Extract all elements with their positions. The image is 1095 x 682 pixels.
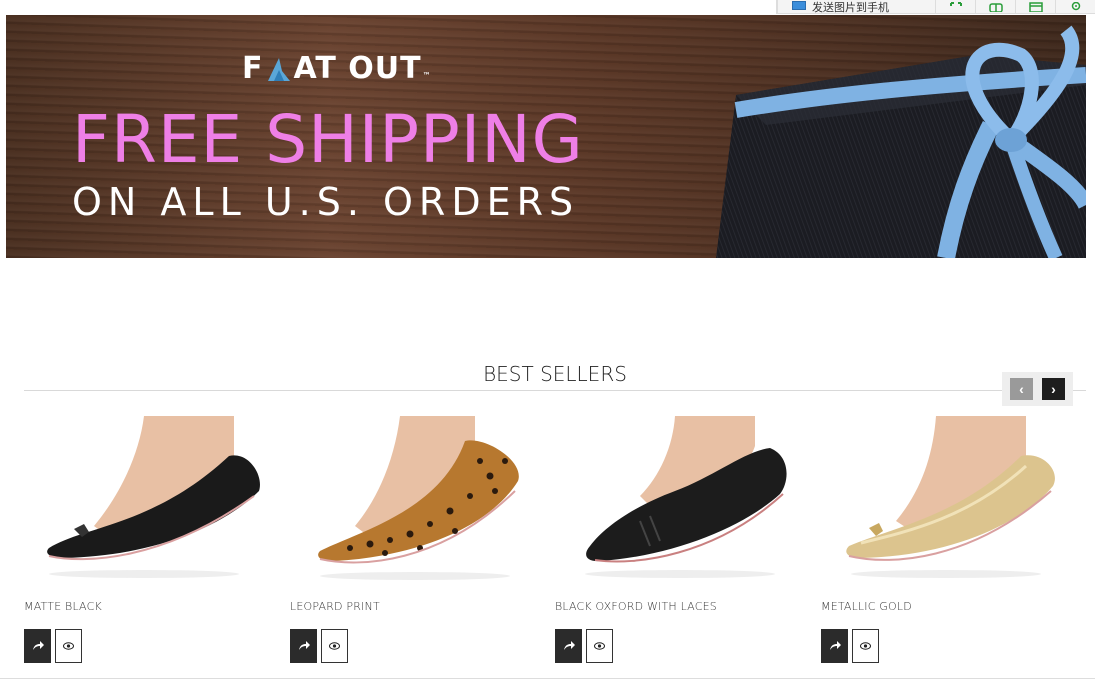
bottom-divider (0, 678, 1095, 679)
eye-icon (63, 642, 74, 650)
eye-icon (329, 642, 340, 650)
chevron-left-icon: ‹ (1019, 381, 1024, 397)
window-button[interactable] (1015, 0, 1055, 14)
eye-icon (860, 642, 871, 650)
product-actions (821, 629, 879, 663)
quick-view-button[interactable] (321, 629, 348, 663)
carousel-nav: ‹ › (1002, 372, 1073, 406)
product-name[interactable]: LEOPARD PRINT (290, 600, 380, 613)
share-button[interactable] (555, 629, 582, 663)
product-card: MATTE BLACK (24, 416, 274, 666)
quick-view-button[interactable] (852, 629, 879, 663)
flatout-logo[interactable]: F AT OUT ™ (242, 51, 432, 86)
browser-toolbar: 发送图片到手机 (776, 0, 1095, 14)
product-actions (290, 629, 348, 663)
product-image[interactable] (821, 416, 1071, 581)
share-icon (298, 641, 310, 650)
section-divider (24, 390, 1086, 391)
logo-text-left: F (242, 51, 264, 86)
product-actions (24, 629, 82, 663)
product-card: BLACK OXFORD WITH LACES (555, 416, 805, 666)
logo-mark-icon (267, 57, 290, 81)
image-icon (792, 0, 806, 10)
settings-button[interactable] (1055, 0, 1095, 14)
settings-icon (1071, 2, 1080, 11)
banner-headline: FREE SHIPPING (72, 101, 584, 178)
product-name[interactable]: METALLIC GOLD (821, 600, 912, 613)
logo-trademark: ™ (422, 71, 432, 80)
share-button[interactable] (821, 629, 848, 663)
banner-subheadline: ON ALL U.S. ORDERS (72, 180, 580, 224)
grid-icon (988, 3, 1003, 12)
free-shipping-banner[interactable]: F AT OUT ™ FREE SHIPPING ON ALL U.S. ORD… (6, 15, 1086, 258)
share-icon (32, 641, 44, 650)
share-icon (563, 641, 575, 650)
product-card: METALLIC GOLD (821, 416, 1071, 666)
share-button[interactable] (290, 629, 317, 663)
product-card: LEOPARD PRINT (290, 416, 540, 666)
logo-text-right: AT OUT (293, 51, 422, 86)
quick-view-button[interactable] (586, 629, 613, 663)
gift-box-icon (716, 25, 1086, 258)
chevron-right-icon: › (1051, 381, 1056, 397)
product-image[interactable] (290, 416, 540, 581)
fullscreen-button[interactable] (935, 0, 975, 14)
window-icon (1028, 2, 1043, 12)
fullscreen-icon (949, 2, 962, 6)
product-image[interactable] (24, 416, 274, 581)
product-name[interactable]: MATTE BLACK (24, 600, 102, 613)
share-icon (829, 641, 841, 650)
carousel-next-button[interactable]: › (1042, 378, 1065, 400)
grid-button[interactable] (975, 0, 1015, 14)
share-button[interactable] (24, 629, 51, 663)
product-image[interactable] (555, 416, 805, 581)
carousel-prev-button[interactable]: ‹ (1010, 378, 1033, 400)
product-name[interactable]: BLACK OXFORD WITH LACES (555, 600, 717, 613)
quick-view-button[interactable] (55, 629, 82, 663)
eye-icon (594, 642, 605, 650)
product-actions (555, 629, 613, 663)
send-image-label: 发送图片到手机 (812, 2, 889, 14)
best-sellers-title: BEST SELLERS (483, 362, 627, 386)
send-image-to-phone-button[interactable]: 发送图片到手机 (777, 0, 935, 14)
